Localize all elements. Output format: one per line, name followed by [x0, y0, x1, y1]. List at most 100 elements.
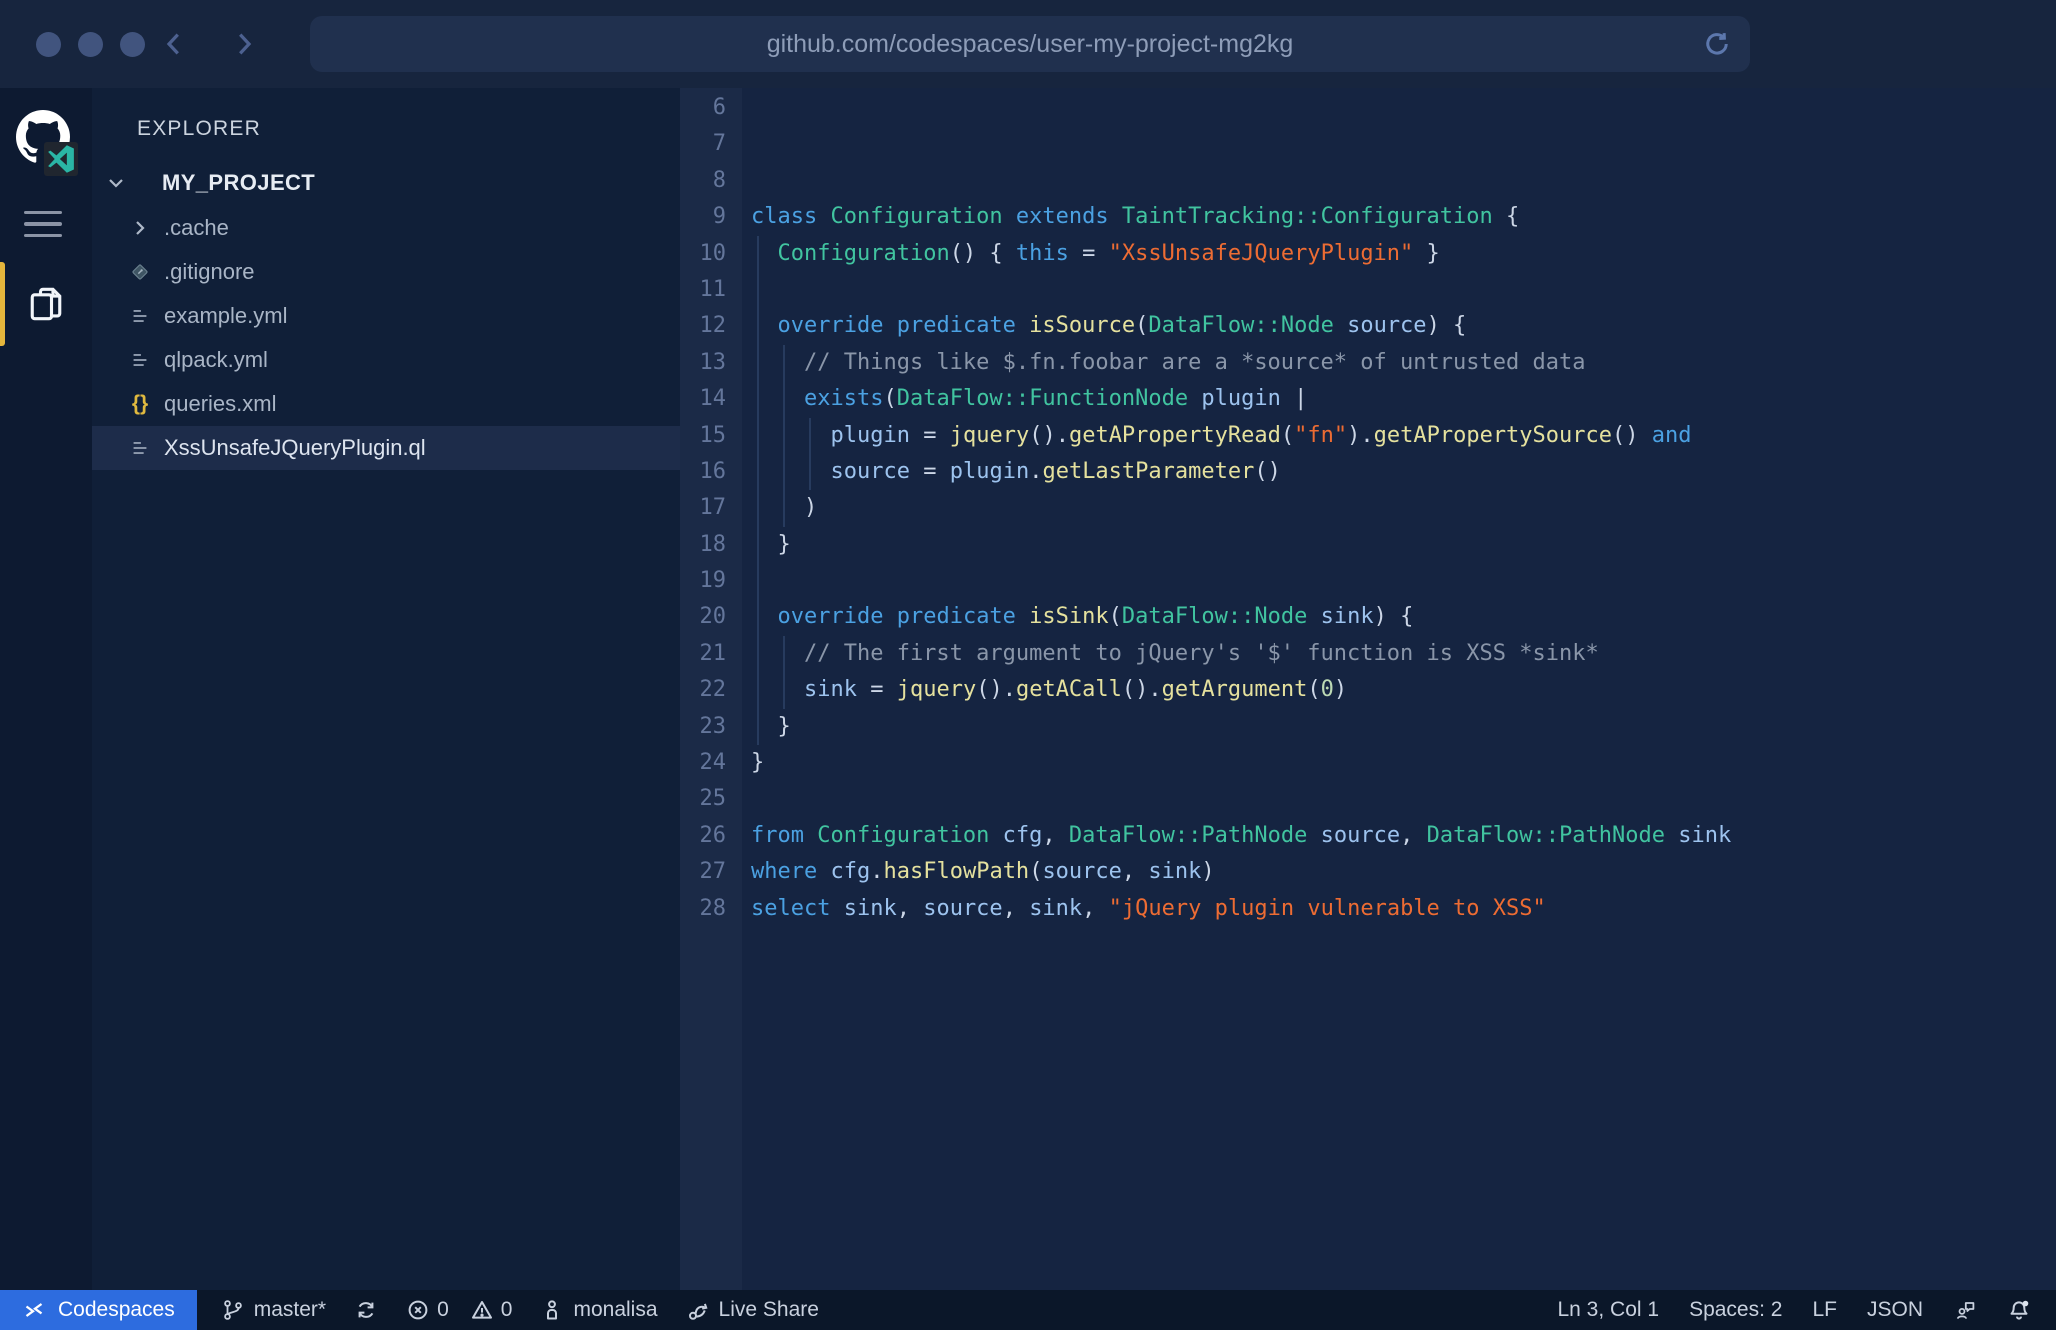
branch-button[interactable]: master*: [207, 1290, 340, 1330]
traffic-light-maximize[interactable]: [120, 32, 145, 57]
url-bar[interactable]: github.com/codespaces/user-my-project-mg…: [310, 16, 1750, 72]
code-text: class Configuration extends TaintTrackin…: [726, 199, 1519, 235]
live-share-button[interactable]: Live Share: [672, 1290, 833, 1330]
code-line[interactable]: 6: [680, 90, 2056, 126]
back-button[interactable]: [158, 28, 190, 60]
language-mode-label: JSON: [1867, 1298, 1923, 1322]
line-number: 21: [680, 636, 726, 672]
code-line[interactable]: 26from Configuration cfg, DataFlow::Path…: [680, 818, 2056, 854]
chevron-left-icon: [159, 29, 189, 59]
code-text: from Configuration cfg, DataFlow::PathNo…: [726, 818, 1731, 854]
explorer-sidebar: EXPLORER MY_PROJECT .cache.gitignoreexam…: [92, 88, 680, 1290]
code-editor[interactable]: 6789class Configuration extends TaintTra…: [680, 88, 2056, 1290]
url-text: github.com/codespaces/user-my-project-mg…: [767, 30, 1294, 59]
code-line[interactable]: 10 Configuration() { this = "XssUnsafeJQ…: [680, 236, 2056, 272]
code-text: // The first argument to jQuery's '$' fu…: [726, 636, 1599, 672]
line-number: 18: [680, 527, 726, 563]
code-line[interactable]: 24}: [680, 745, 2056, 781]
code-line[interactable]: 9class Configuration extends TaintTracki…: [680, 199, 2056, 235]
line-number: 28: [680, 891, 726, 927]
error-count: 0: [406, 1298, 449, 1322]
line-number: 19: [680, 563, 726, 599]
reload-icon[interactable]: [1702, 29, 1732, 59]
code-line[interactable]: 20 override predicate isSink(DataFlow::N…: [680, 599, 2056, 635]
code-line[interactable]: 8: [680, 163, 2056, 199]
traffic-light-minimize[interactable]: [78, 32, 103, 57]
eol-sequence-label: LF: [1812, 1298, 1837, 1322]
code-line[interactable]: 17 ): [680, 490, 2056, 526]
menu-button[interactable]: [24, 202, 68, 246]
vscode-icon: [44, 142, 78, 176]
code-text: }: [726, 527, 791, 563]
bell-icon: [2007, 1298, 2031, 1322]
code-line[interactable]: 13 // Things like $.fn.foobar are a *sou…: [680, 345, 2056, 381]
forward-button[interactable]: [228, 28, 260, 60]
codespaces-button[interactable]: Codespaces: [0, 1290, 197, 1330]
file-row[interactable]: XssUnsafeJQueryPlugin.ql: [92, 426, 680, 470]
indentation-setting[interactable]: Spaces: 2: [1674, 1290, 1797, 1330]
warning-icon: [470, 1298, 494, 1322]
git-branch-icon: [221, 1298, 245, 1322]
code-line[interactable]: 14 exists(DataFlow::FunctionNode plugin …: [680, 381, 2056, 417]
line-number: 27: [680, 854, 726, 890]
code-line[interactable]: 22 sink = jquery().getACall().getArgumen…: [680, 672, 2056, 708]
code-line[interactable]: 27where cfg.hasFlowPath(source, sink): [680, 854, 2056, 890]
branch-button-label: master*: [254, 1298, 326, 1322]
cursor-position[interactable]: Ln 3, Col 1: [1542, 1290, 1674, 1330]
code-text: override predicate isSink(DataFlow::Node…: [726, 599, 1413, 635]
browser-chrome: github.com/codespaces/user-my-project-mg…: [0, 0, 2056, 88]
status-right: Ln 3, Col 1 Spaces: 2 LF JSON: [1542, 1290, 2046, 1330]
code-line[interactable]: 18 }: [680, 527, 2056, 563]
github-codespaces-logo[interactable]: [16, 110, 76, 172]
code-line[interactable]: 28select sink, source, sink, "jQuery plu…: [680, 891, 2056, 927]
code-line[interactable]: 7: [680, 126, 2056, 162]
explorer-view-button[interactable]: [22, 280, 70, 328]
code-line[interactable]: 12 override predicate isSource(DataFlow:…: [680, 308, 2056, 344]
line-number: 20: [680, 599, 726, 635]
window-controls: [36, 0, 145, 88]
code-text: [726, 563, 751, 599]
code-line[interactable]: 16 source = plugin.getLastParameter(): [680, 454, 2056, 490]
explorer-title: EXPLORER: [137, 117, 261, 141]
code-line[interactable]: 23 }: [680, 709, 2056, 745]
error-icon: [406, 1298, 430, 1322]
problems-button[interactable]: 00: [392, 1290, 526, 1330]
code-text: where cfg.hasFlowPath(source, sink): [726, 854, 1215, 890]
code-text: [726, 163, 751, 199]
file-label: XssUnsafeJQueryPlugin.ql: [164, 435, 426, 461]
line-number: 9: [680, 199, 726, 235]
indentation-setting-label: Spaces: 2: [1689, 1298, 1782, 1322]
language-mode[interactable]: JSON: [1852, 1290, 1938, 1330]
activity-bar: [0, 88, 92, 1290]
line-number: 15: [680, 418, 726, 454]
code-text: }: [726, 709, 791, 745]
sync-button[interactable]: [340, 1290, 392, 1330]
file-row[interactable]: {}queries.xml: [92, 382, 680, 426]
traffic-light-close[interactable]: [36, 32, 61, 57]
code-line[interactable]: 19: [680, 563, 2056, 599]
code-line[interactable]: 21 // The first argument to jQuery's '$'…: [680, 636, 2056, 672]
line-number: 22: [680, 672, 726, 708]
active-view-indicator: [0, 262, 5, 346]
file-row[interactable]: .cache: [92, 206, 680, 250]
code-text: Configuration() { this = "XssUnsafeJQuer…: [726, 236, 1440, 272]
code-text: ): [726, 490, 817, 526]
project-root-row[interactable]: MY_PROJECT: [92, 164, 680, 202]
code-text: }: [726, 745, 764, 781]
code-line[interactable]: 25: [680, 781, 2056, 817]
line-number: 14: [680, 381, 726, 417]
code-line[interactable]: 15 plugin = jquery().getAPropertyRead("f…: [680, 418, 2056, 454]
user-button-label: monalisa: [573, 1298, 657, 1322]
code-line[interactable]: 11: [680, 272, 2056, 308]
feedback-icon: [1953, 1298, 1977, 1322]
file-row[interactable]: example.yml: [92, 294, 680, 338]
user-button[interactable]: monalisa: [526, 1290, 671, 1330]
notifications-button[interactable]: [1992, 1290, 2046, 1330]
list-icon: [128, 348, 152, 372]
code-text: exists(DataFlow::FunctionNode plugin |: [726, 381, 1307, 417]
file-row[interactable]: .gitignore: [92, 250, 680, 294]
eol-sequence[interactable]: LF: [1797, 1290, 1852, 1330]
file-row[interactable]: qlpack.yml: [92, 338, 680, 382]
feedback-button[interactable]: [1938, 1290, 1992, 1330]
code-text: [726, 272, 751, 308]
